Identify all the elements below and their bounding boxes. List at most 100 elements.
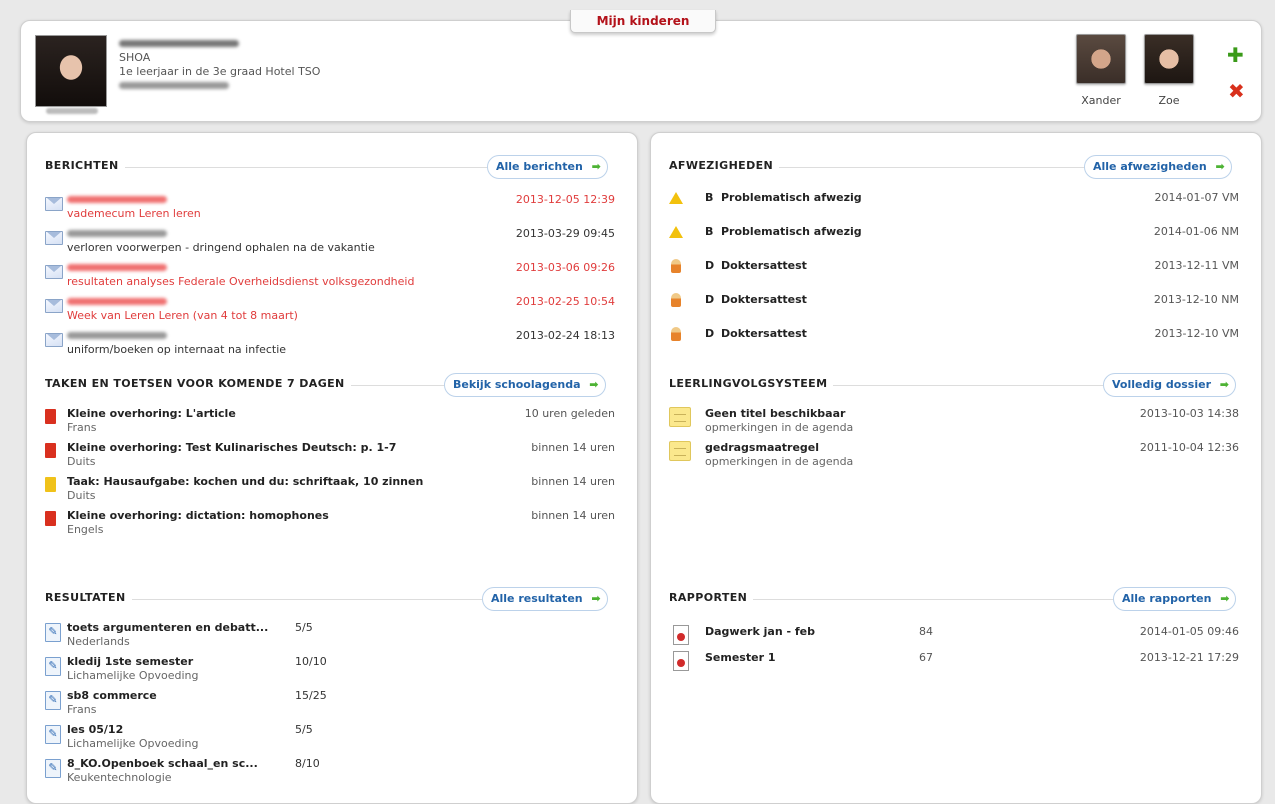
section-title: RESULTATEN: [45, 591, 132, 604]
message-date: 2013-02-24 18:13: [515, 329, 615, 342]
result-subject: Lichamelijke Opvoeding: [67, 737, 199, 750]
task-when: 10 uren geleden: [524, 407, 615, 420]
alle-resultaten-button[interactable]: Alle resultaten ➡: [482, 587, 608, 611]
absence-code: D: [705, 327, 715, 340]
section-title: TAKEN EN TOETSEN VOOR KOMENDE 7 DAGEN: [45, 377, 351, 390]
absence-code: B: [705, 225, 714, 238]
right-arrow-icon: ➡: [591, 592, 601, 605]
result-row[interactable]: ✎ les 05/12 Lichamelijke Opvoeding 5/5: [45, 723, 615, 753]
task-row[interactable]: Taak: Hausaufgabe: kochen und du: schrif…: [45, 475, 615, 505]
alle-rapporten-button[interactable]: Alle rapporten ➡: [1113, 587, 1237, 611]
result-title: 8_KO.Openboek schaal_en sc...: [67, 757, 258, 770]
absence-date: 2014-01-06 NM: [1153, 225, 1239, 238]
section-title: RAPPORTEN: [669, 591, 754, 604]
absence-row[interactable]: D Doktersattest 2013-12-10 VM: [669, 327, 1239, 345]
result-title: kledij 1ste semester: [67, 655, 194, 668]
mijn-kinderen-tab[interactable]: Mijn kinderen: [570, 10, 716, 33]
volledig-dossier-button[interactable]: Volledig dossier ➡: [1103, 373, 1236, 397]
right-arrow-icon: ➡: [1220, 592, 1230, 605]
absence-row[interactable]: D Doktersattest 2013-12-11 VM: [669, 259, 1239, 277]
result-row[interactable]: ✎ sb8 commerce Frans 15/25: [45, 689, 615, 719]
absence-date: 2014-01-07 VM: [1154, 191, 1239, 204]
book-icon: [45, 443, 56, 458]
result-score: 5/5: [295, 723, 313, 736]
absence-label: Doktersattest: [721, 327, 807, 340]
message-row[interactable]: verloren voorwerpen - dringend ophalen n…: [45, 227, 615, 257]
sender-blurred: [67, 332, 167, 339]
child-name: Zoe: [1158, 94, 1180, 107]
student-header: SHOA 1e leerjaar in de 3e graad Hotel TS…: [20, 20, 1262, 122]
warning-icon: [669, 192, 683, 204]
message-subject: vademecum Leren leren: [67, 207, 201, 220]
alle-afwezigheden-button[interactable]: Alle afwezigheden ➡: [1084, 155, 1232, 179]
message-date: 2013-03-06 09:26: [515, 261, 615, 274]
absence-code: D: [705, 293, 715, 306]
message-subject: uniform/boeken op internaat na infectie: [67, 343, 287, 356]
absence-row[interactable]: B Problematisch afwezig 2014-01-07 VM: [669, 191, 1239, 209]
result-subject: Nederlands: [67, 635, 130, 648]
section-title: BERICHTEN: [45, 159, 125, 172]
report-row[interactable]: Semester 1 67 2013-12-21 17:29: [669, 651, 1239, 673]
lvs-row[interactable]: gedragsmaatregel opmerkingen in de agend…: [669, 441, 1239, 471]
child-name: Xander: [1081, 94, 1121, 107]
result-row[interactable]: ✎ toets argumenteren en debatt... Nederl…: [45, 621, 615, 651]
report-date: 2013-12-21 17:29: [1139, 651, 1239, 664]
absence-label: Problematisch afwezig: [721, 225, 862, 238]
report-title: Dagwerk jan - feb: [705, 625, 815, 638]
result-score: 15/25: [295, 689, 327, 702]
message-date: 2013-02-25 10:54: [515, 295, 615, 308]
child-zoe[interactable]: Zoe: [1141, 34, 1197, 107]
result-row[interactable]: ✎ kledij 1ste semester Lichamelijke Opvo…: [45, 655, 615, 685]
absence-row[interactable]: B Problematisch afwezig 2014-01-06 NM: [669, 225, 1239, 243]
student-class: 1e leerjaar in de 3e graad Hotel TSO: [119, 65, 321, 78]
absence-label: Problematisch afwezig: [721, 191, 862, 204]
student-info: SHOA 1e leerjaar in de 3e graad Hotel TS…: [119, 37, 320, 93]
bekijk-schoolagenda-button[interactable]: Bekijk schoolagenda ➡: [444, 373, 606, 397]
message-row[interactable]: vademecum Leren leren 2013-12-05 12:39: [45, 193, 615, 223]
result-document-icon: ✎: [45, 759, 61, 778]
task-title: Taak: Hausaufgabe: kochen und du: schrif…: [67, 475, 424, 488]
child-xander[interactable]: Xander: [1073, 34, 1129, 107]
plus-icon[interactable]: ✚: [1227, 45, 1244, 65]
alle-berichten-button[interactable]: Alle berichten ➡: [487, 155, 608, 179]
task-row[interactable]: Kleine overhoring: Test Kulinarisches De…: [45, 441, 615, 471]
task-title: Kleine overhoring: Test Kulinarisches De…: [67, 441, 397, 454]
sender-blurred: [67, 264, 167, 271]
message-row[interactable]: uniform/boeken op internaat na infectie …: [45, 329, 615, 359]
report-row[interactable]: Dagwerk jan - feb 84 2014-01-05 09:46: [669, 625, 1239, 647]
doctor-icon: [671, 293, 681, 307]
message-row[interactable]: resultaten analyses Federale Overheidsdi…: [45, 261, 615, 291]
lvs-row[interactable]: Geen titel beschikbaar opmerkingen in de…: [669, 407, 1239, 437]
report-date: 2014-01-05 09:46: [1139, 625, 1239, 638]
task-row[interactable]: Kleine overhoring: dictation: homophones…: [45, 509, 615, 539]
task-row[interactable]: Kleine overhoring: L'article Frans 10 ur…: [45, 407, 615, 437]
task-when: binnen 14 uren: [531, 441, 615, 454]
lvs-sub: opmerkingen in de agenda: [705, 455, 854, 468]
task-subject: Duits: [67, 489, 96, 502]
right-arrow-icon: ➡: [1219, 378, 1229, 391]
result-title: toets argumenteren en debatt...: [67, 621, 269, 634]
child-avatar: [1076, 34, 1126, 84]
absence-code: D: [705, 259, 715, 272]
absence-date: 2013-12-10 NM: [1153, 293, 1239, 306]
result-score: 10/10: [295, 655, 327, 668]
absence-row[interactable]: D Doktersattest 2013-12-10 NM: [669, 293, 1239, 311]
absence-label: Doktersattest: [721, 259, 807, 272]
note-icon: [669, 441, 691, 461]
student-name-blurred: [119, 40, 239, 47]
doctor-icon: [671, 327, 681, 341]
message-subject: resultaten analyses Federale Overheidsdi…: [67, 275, 415, 288]
x-icon[interactable]: ✖: [1228, 81, 1245, 101]
message-row[interactable]: Week van Leren Leren (van 4 tot 8 maart)…: [45, 295, 615, 325]
message-date: 2013-12-05 12:39: [515, 193, 615, 206]
task-title: Kleine overhoring: dictation: homophones: [67, 509, 329, 522]
lvs-title: Geen titel beschikbaar: [705, 407, 846, 420]
lvs-date: 2013-10-03 14:38: [1139, 407, 1239, 420]
result-score: 8/10: [295, 757, 320, 770]
book-icon: [45, 477, 56, 492]
envelope-icon: [45, 265, 63, 279]
envelope-icon: [45, 197, 63, 211]
right-arrow-icon: ➡: [589, 378, 599, 391]
result-row[interactable]: ✎ 8_KO.Openboek schaal_en sc... Keukente…: [45, 757, 615, 787]
child-avatar: [1144, 34, 1194, 84]
